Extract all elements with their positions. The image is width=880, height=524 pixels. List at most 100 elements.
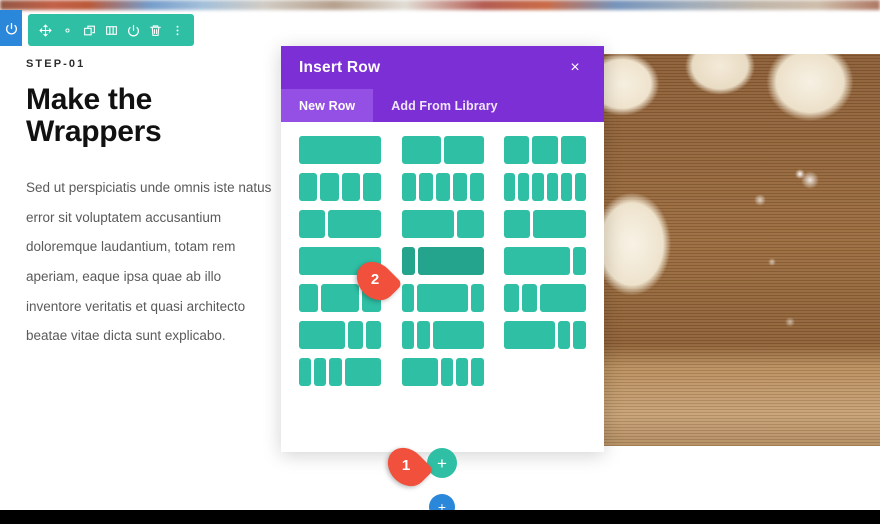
layout-2-3-1-6-1-6[interactable] [504,321,587,349]
layout-segment [457,210,484,238]
layout-segment [573,321,587,349]
layout-1-2-1-4-1-4[interactable] [299,321,381,349]
modal-header: Insert Row × [281,46,604,89]
layout-segment [532,173,544,201]
marker-label: 1 [402,456,411,474]
layout-segment [471,358,484,386]
element-toolbar[interactable] [28,14,194,46]
delete-button[interactable] [144,14,166,46]
layout-segment [533,210,586,238]
step-eyebrow: STEP-01 [26,58,86,70]
layout-1-6-1-6-2-3-b[interactable] [401,321,484,349]
plus-icon: + [437,453,447,473]
columns-icon [105,25,117,35]
layout-segment [401,173,416,201]
trash-icon [149,24,161,36]
layout-1-6-x6[interactable] [504,173,587,201]
duplicate-icon [83,25,95,35]
layout-segment [540,284,586,312]
layout-1-4-x4[interactable] [299,173,381,201]
layout-segment [435,173,450,201]
layout-row [299,210,586,238]
duplicate-button[interactable] [78,14,100,46]
layout-segment [417,321,430,349]
layout-1-3-2-3-b[interactable] [504,210,586,238]
layout-segment [314,358,327,386]
power-tab-button[interactable] [0,10,22,46]
layout-segment [470,284,484,312]
layout-segment [299,210,326,238]
modal-tab-bar: New Row Add From Library [281,89,604,122]
layout-1-5-x5[interactable] [401,173,484,201]
layout-1-3-2-3[interactable] [299,210,381,238]
layout-segment [469,173,484,201]
layout-row [299,358,586,386]
content-column: STEP-01 Make the Wrappers Sed ut perspic… [26,58,272,351]
gear-icon [64,27,70,33]
power-icon [127,24,139,36]
layout-segment [518,173,530,201]
layout-segment [347,321,363,349]
layout-1-3-1-3-1-3[interactable] [504,136,586,164]
layout-1-1[interactable] [299,136,381,164]
layout-1-6-2-3-1-6[interactable] [401,284,484,312]
layout-row [299,173,587,201]
disable-button[interactable] [122,14,144,46]
layout-1-2-1-2[interactable] [401,136,484,164]
layout-segment [401,358,438,386]
tab-add-from-library[interactable]: Add From Library [373,89,515,122]
layout-segment [532,136,558,164]
layout-segment [401,136,441,164]
layout-segment [504,247,570,275]
layout-segment [401,321,415,349]
layout-segment [557,321,571,349]
layout-segment [504,173,516,201]
add-row-button[interactable]: + [427,448,457,478]
dough-photo [604,54,880,446]
layout-segment [341,173,360,201]
layout-segment [320,173,339,201]
layout-segment [504,210,531,238]
layout-segment [321,284,359,312]
settings-button[interactable] [56,14,78,46]
layout-segment [365,321,381,349]
layout-segment [432,321,484,349]
move-handle[interactable] [34,14,56,46]
move-arrows-icon [39,24,51,36]
layout-row [299,136,586,164]
layout-segment [444,136,484,164]
layout-1-2-1-6-x3[interactable] [401,358,484,386]
layout-segment [572,247,586,275]
layout-1-6-x3-1-2[interactable] [299,358,382,386]
layout-1-6-1-6-2-3[interactable] [504,284,586,312]
layout-segment [299,321,345,349]
layout-segment [456,358,469,386]
ellipsis-vertical-icon [176,25,178,35]
layout-segment [504,136,530,164]
layout-2-3-1-3[interactable] [401,210,484,238]
layout-segment [522,284,538,312]
close-icon[interactable]: × [564,57,586,79]
layout-row [299,284,586,312]
layout-segment [299,358,312,386]
layout-segment [329,358,342,386]
body-paragraph: Sed ut perspiciatis unde omnis iste natu… [26,180,272,344]
builder-canvas: STEP-01 Make the Wrappers Sed ut perspic… [0,0,880,524]
layout-segment [574,173,587,201]
layout-4-5-1-5[interactable] [504,247,586,275]
layout-segment [362,173,381,201]
modal-title: Insert Row [299,58,381,76]
layout-segment [418,173,433,201]
more-button[interactable] [166,14,188,46]
tab-new-row[interactable]: New Row [281,89,374,122]
layout-segment [401,284,415,312]
layout-row [299,247,586,275]
row-layout-grid [281,122,604,452]
layout-segment [401,247,415,275]
layout-segment [299,173,318,201]
layout-segment [299,284,318,312]
columns-button[interactable] [100,14,122,46]
power-icon [5,22,17,34]
layout-1-5-4-5[interactable] [401,247,484,275]
layout-segment [452,173,467,201]
